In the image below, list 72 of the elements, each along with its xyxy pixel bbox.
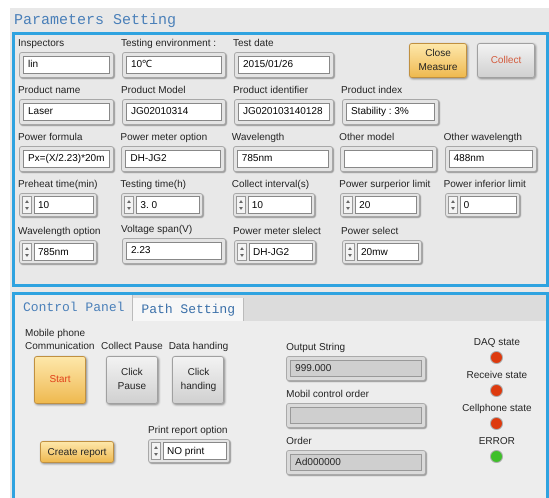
field-label: Power meter option [120, 131, 208, 145]
field-label: Collect interval(s) [232, 178, 310, 192]
field-label: Power select [341, 225, 400, 239]
spin-field[interactable]: 10 [34, 196, 94, 214]
text-field[interactable]: 10℃ [122, 52, 226, 78]
field-label: Other wavelength [444, 131, 523, 145]
text-field[interactable]: DH-JG2 [121, 146, 226, 172]
spin-arrows-icon[interactable] [22, 243, 32, 261]
action-button[interactable]: Click Pause [106, 356, 158, 404]
field-label: Product name [18, 84, 82, 98]
spin-arrows-icon[interactable] [22, 196, 32, 214]
field-label: Print report option [148, 424, 228, 437]
text-field[interactable]: Px=(X/2.23)*20m [19, 146, 114, 172]
field-label: Preheat time(min) [18, 178, 98, 192]
indicator-label: Receive state [466, 370, 528, 382]
indicator-label: ERROR [478, 436, 515, 448]
field-label: Mobil control order [286, 388, 370, 401]
spin-arrows-icon[interactable] [345, 243, 355, 261]
field-label: Testing time(h) [120, 178, 187, 192]
spin-field[interactable]: DH-JG2 [249, 243, 313, 261]
create-report-button[interactable]: Create report [40, 441, 114, 463]
spin-field[interactable]: NO print [163, 442, 227, 460]
output-field: Ad000000 [286, 450, 426, 475]
spin-arrows-icon[interactable] [236, 196, 246, 214]
spin-arrows-icon[interactable] [448, 196, 458, 214]
text-field[interactable] [340, 146, 438, 172]
field-label: Test date [233, 37, 275, 51]
spin-field[interactable]: 3. 0 [136, 196, 200, 214]
field-label: Wavelength [232, 131, 286, 145]
field-label: Wavelength option [18, 225, 102, 239]
tab[interactable]: Path Setting [133, 298, 244, 321]
spin-arrows-icon[interactable] [124, 196, 134, 214]
button-caption: Data handing [168, 340, 228, 353]
field-label: Order [286, 435, 313, 448]
field-label: Other model [339, 131, 396, 145]
text-field[interactable]: JG02010314 [122, 99, 226, 125]
field-label: Product Model [121, 84, 186, 98]
spin-field[interactable]: 785nm [34, 243, 94, 261]
button-caption: Collect Pause [101, 340, 163, 353]
text-field[interactable]: 488nm [444, 146, 537, 172]
indicator-label: Cellphone state [462, 403, 532, 415]
spin-arrows-icon[interactable] [151, 442, 161, 460]
output-field: 999.000 [286, 356, 426, 381]
text-field[interactable]: lin [19, 52, 114, 78]
text-field[interactable]: 785nm [232, 146, 333, 172]
text-field[interactable]: JG020103140128 [234, 99, 334, 125]
text-field[interactable]: 2015/01/26 [234, 52, 334, 78]
field-label: Product identifier [233, 84, 310, 98]
field-label: Testing environment : [121, 37, 218, 51]
button-caption: Mobile phone Communication [25, 327, 95, 353]
field-label: Inspectors [18, 37, 66, 51]
spin-field[interactable]: 20mw [357, 243, 419, 261]
text-field[interactable]: Stability : 3% [342, 99, 439, 125]
field-label: Output String [286, 341, 346, 354]
tab[interactable]: Control Panel [15, 295, 134, 321]
field-label: Power meter slelect [233, 225, 322, 239]
spin-field[interactable]: 0 [460, 196, 517, 214]
text-field[interactable]: 2.23 [122, 238, 226, 264]
field-label: Power inferior limit [444, 178, 527, 192]
field-label: Voltage span(V) [121, 223, 194, 237]
field-label: Product index [341, 84, 404, 98]
spin-arrows-icon[interactable] [343, 196, 354, 214]
spin-field[interactable]: 10 [248, 196, 312, 214]
text-field[interactable]: Laser [19, 99, 114, 125]
spin-arrows-icon[interactable] [237, 243, 247, 261]
measure-button[interactable]: Close Measure [409, 43, 467, 78]
spin-field[interactable]: 20 [355, 196, 418, 214]
field-label: Power formula [18, 131, 84, 145]
section-title: Parameters Setting [13, 11, 176, 31]
action-button[interactable]: Click handing [172, 356, 224, 404]
field-label: Power surperior limit [339, 178, 432, 192]
indicator-label: DAQ state [474, 337, 520, 349]
